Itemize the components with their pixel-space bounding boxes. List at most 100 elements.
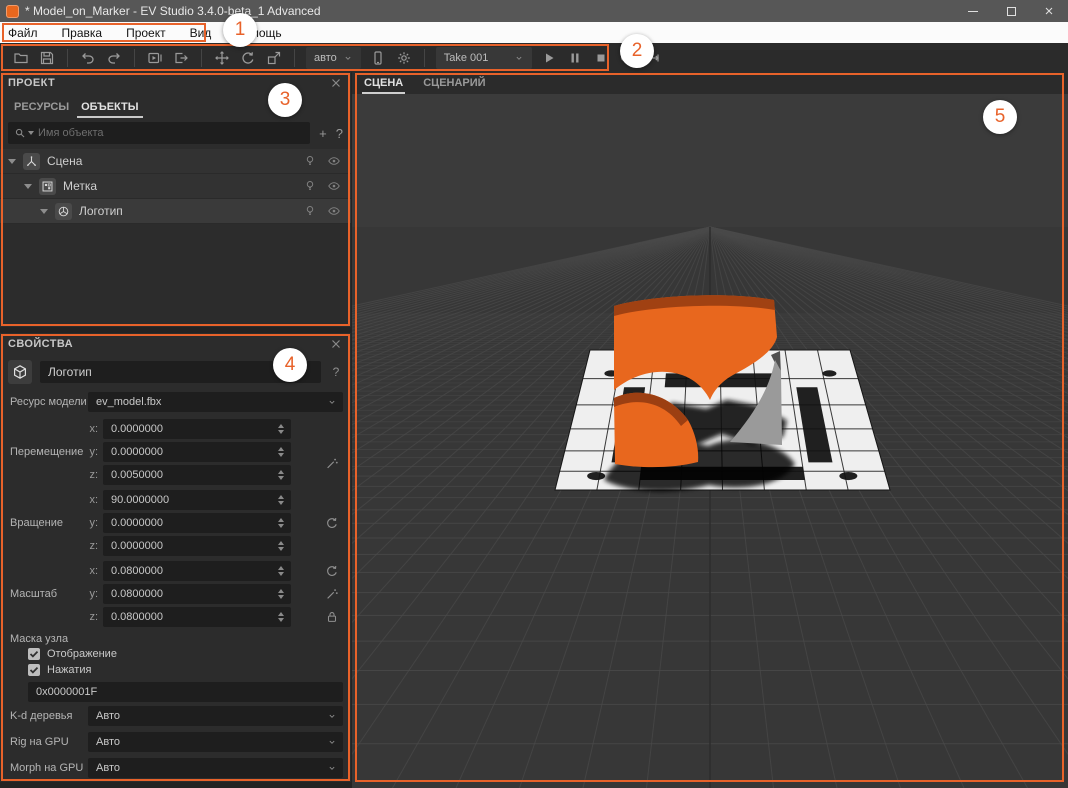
display-checkbox-row[interactable]: Отображение [0,646,351,662]
reset-translation-button[interactable] [325,434,339,448]
rotation-y-field[interactable]: 0.0000000 [103,513,291,533]
translation-y-field[interactable]: 0.0000000 [103,442,291,462]
scale-x-field[interactable]: 0.0800000 [103,561,291,581]
spinner[interactable] [275,495,287,505]
settings-button[interactable] [391,46,417,70]
menu-project[interactable]: Проект [114,22,178,43]
scale-tool-button[interactable] [261,46,287,70]
search-filter-chevron-icon [28,131,34,135]
translation-x-field[interactable]: 0.0000000 [103,419,291,439]
rotate-icon [240,50,256,66]
menu-file[interactable]: Файл [0,22,50,43]
expander-icon[interactable] [24,184,32,189]
pick-translation-button[interactable] [325,457,339,471]
search-input[interactable] [38,127,304,139]
go-to-end-button[interactable] [640,46,666,70]
rotation-label: Вращение [8,517,82,529]
spinner[interactable] [275,424,287,434]
redo-button[interactable] [101,46,127,70]
light-toggle-icon[interactable] [303,204,317,218]
menu-edit[interactable]: Правка [50,22,115,43]
spinner[interactable] [275,518,287,528]
device-preview-button[interactable] [365,46,391,70]
spinner[interactable] [275,589,287,599]
tree-item-marker[interactable]: Метка [0,174,351,199]
pick-scale-button[interactable] [325,587,339,601]
close-icon[interactable] [329,76,343,90]
expander-icon[interactable] [8,159,16,164]
clicks-checkbox[interactable] [28,664,40,676]
tab-resources[interactable]: РЕСУРСЫ [10,101,73,118]
pause-button[interactable] [562,46,588,70]
scene-axis-icon [23,153,40,170]
stop-button[interactable] [588,46,614,70]
scene-canvas [352,94,1068,788]
spinner[interactable] [275,566,287,576]
rotation-x-field[interactable]: 90.0000000 [103,490,291,510]
phone-icon [370,50,386,66]
tab-scene[interactable]: СЦЕНА [362,77,405,94]
scale-icon [266,50,282,66]
minimize-button[interactable] [954,0,992,22]
search-icon [14,127,26,139]
viewport-panel: СЦЕНА СЦЕНАРИЙ [352,72,1068,788]
tree-item-logo[interactable]: Логотип [0,199,351,224]
spinner[interactable] [275,541,287,551]
expander-icon[interactable] [40,209,48,214]
skip-end-icon [645,50,661,66]
scale-group: Масштаб x: 0.0800000 y: 0.0800000 z: 0.0… [0,561,351,627]
object-help-button[interactable]: ? [329,365,343,379]
scale-z-field[interactable]: 0.0800000 [103,607,291,627]
scene-3d-view[interactable] [352,94,1068,788]
object-search-field[interactable] [8,122,310,144]
display-checkbox[interactable] [28,648,40,660]
morph-gpu-select[interactable]: Авто [88,758,343,778]
close-button[interactable] [1030,0,1068,22]
visibility-toggle-icon[interactable] [327,154,341,168]
model-resource-select[interactable]: ev_model.fbx [88,392,343,412]
light-toggle-icon[interactable] [303,154,317,168]
kd-trees-select[interactable]: Авто [88,706,343,726]
open-project-button[interactable] [8,46,34,70]
light-toggle-icon[interactable] [303,179,317,193]
spinner[interactable] [275,612,287,622]
lock-proportions-icon[interactable] [325,610,339,624]
import-button[interactable] [142,46,168,70]
minimize-icon [968,11,978,12]
export-button[interactable] [168,46,194,70]
close-icon[interactable] [329,337,343,351]
object-name-input[interactable] [40,361,321,383]
visibility-toggle-icon[interactable] [327,204,341,218]
close-icon [1043,5,1055,17]
undo-button[interactable] [75,46,101,70]
tab-scenario[interactable]: СЦЕНАРИЙ [421,77,487,94]
move-tool-button[interactable] [209,46,235,70]
menu-help[interactable]: Помощь [223,22,293,43]
take-value: Take 001 [444,52,489,64]
add-object-button[interactable]: + [319,126,327,141]
rotation-z-field[interactable]: 0.0000000 [103,536,291,556]
play-button[interactable] [536,46,562,70]
reset-rotation-button[interactable] [325,516,339,530]
spinner[interactable] [275,470,287,480]
rotate-tool-button[interactable] [235,46,261,70]
node-mask-hex-field[interactable]: 0x0000001F [28,682,343,702]
menu-bar: Файл Правка Проект Вид Помощь [0,22,1068,43]
clicks-checkbox-row[interactable]: Нажатия [0,662,351,678]
maximize-button[interactable] [992,0,1030,22]
help-button[interactable]: ? [336,126,343,141]
tree-item-scene[interactable]: Сцена [0,149,351,174]
menu-view[interactable]: Вид [178,22,224,43]
reset-scale-button[interactable] [325,564,339,578]
spinner[interactable] [275,447,287,457]
rig-gpu-select[interactable]: Авто [88,732,343,752]
resource-label: Ресурс модели [8,396,88,408]
loop-button[interactable] [614,46,640,70]
take-dropdown[interactable]: Take 001 [436,47,532,69]
scale-y-field[interactable]: 0.0800000 [103,584,291,604]
snap-mode-dropdown[interactable]: авто [306,47,361,69]
translation-z-field[interactable]: 0.0050000 [103,465,291,485]
tab-objects[interactable]: ОБЪЕКТЫ [77,101,142,118]
visibility-toggle-icon[interactable] [327,179,341,193]
save-button[interactable] [34,46,60,70]
